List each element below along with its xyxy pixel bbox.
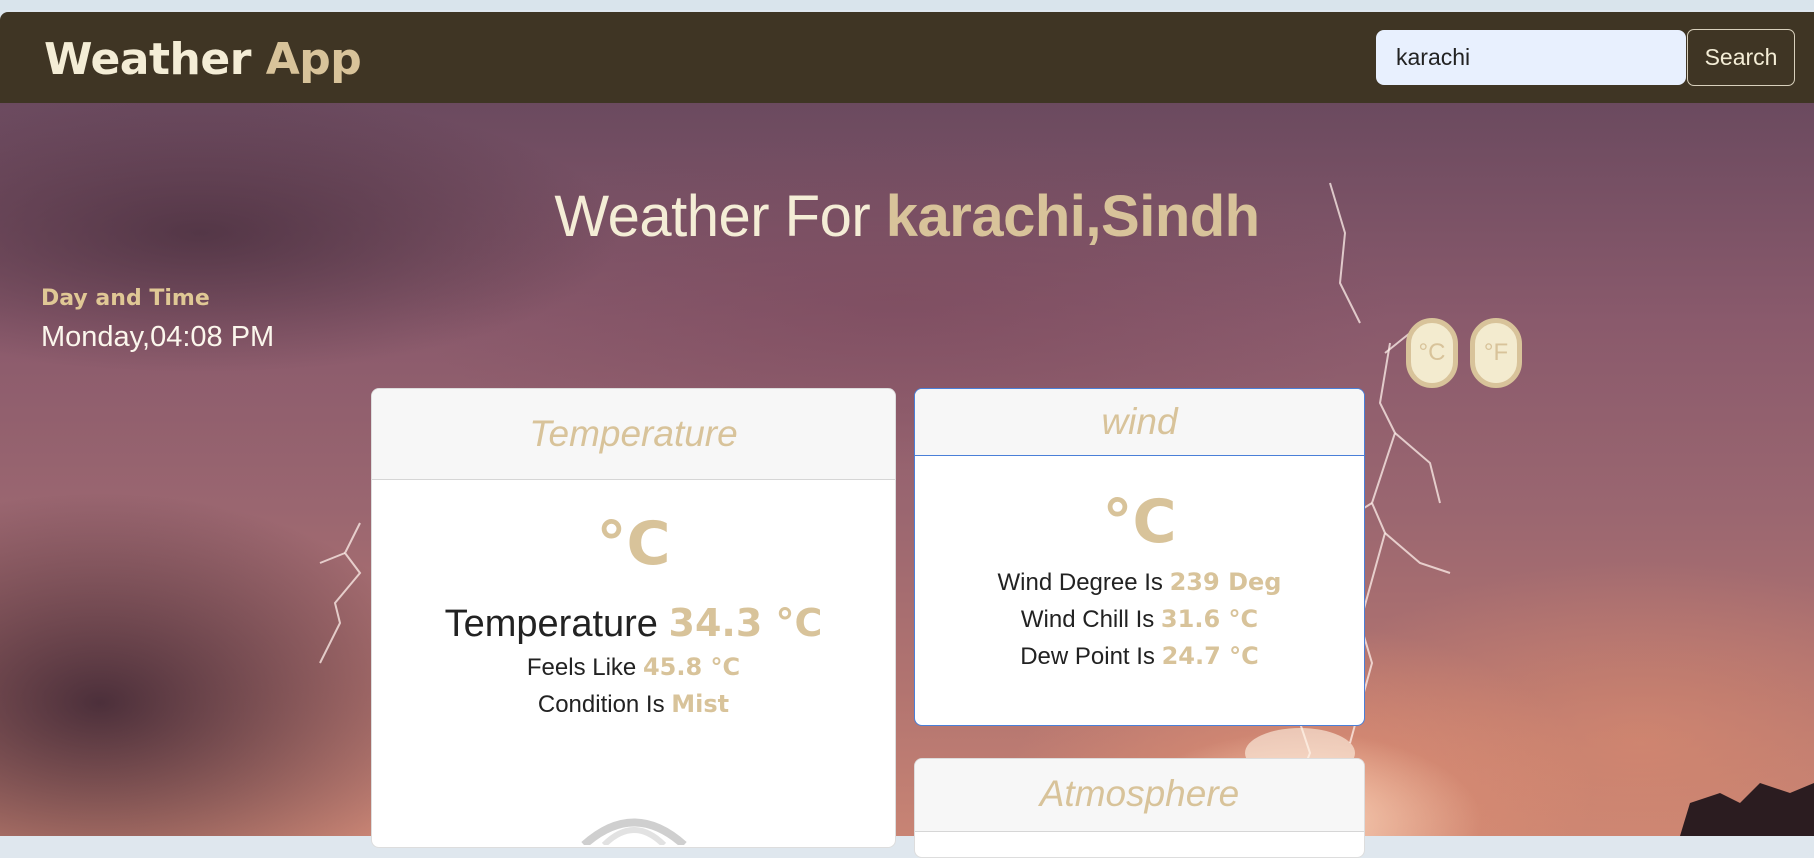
- fahrenheit-toggle-button[interactable]: °F: [1470, 318, 1522, 388]
- wind-card-title: wind: [915, 389, 1364, 456]
- browser-top-strip: [0, 0, 1814, 10]
- wind-chill-value: 31.6 °C: [1160, 605, 1259, 633]
- brand-main: Weather: [44, 34, 266, 85]
- search-button[interactable]: Search: [1687, 29, 1795, 86]
- brand-accent: App: [265, 34, 362, 85]
- temperature-card: Temperature °C Temperature 34.3 °C Feels…: [371, 388, 896, 848]
- dew-point-label: Dew Point Is: [1020, 643, 1162, 670]
- wind-degree-label: Wind Degree Is: [997, 569, 1170, 596]
- search-input[interactable]: [1376, 30, 1686, 85]
- day-time-value: Monday,04:08 PM: [41, 321, 275, 353]
- condition-row: Condition Is Mist: [372, 686, 895, 723]
- wind-chill-label: Wind Chill Is: [1020, 606, 1161, 633]
- brand-title[interactable]: Weather App: [44, 34, 362, 85]
- temperature-row: Temperature 34.3 °C: [372, 598, 895, 649]
- temperature-unit-symbol: °C: [596, 509, 671, 579]
- temperature-card-body: °C Temperature 34.3 °C Feels Like 45.8 °…: [372, 508, 895, 845]
- feels-like-row: Feels Like 45.8 °C: [372, 649, 895, 686]
- temperature-label: Temperature: [444, 603, 669, 645]
- day-time-label: Day and Time: [41, 286, 210, 311]
- weather-condition-icon: [580, 818, 687, 845]
- wind-degree-row: Wind Degree Is 239 Deg: [915, 564, 1364, 601]
- page-headline: Weather For karachi,Sindh: [0, 183, 1814, 250]
- atmosphere-card: Atmosphere: [914, 758, 1365, 858]
- headline-location: karachi,Sindh: [885, 184, 1260, 249]
- wind-card: wind °C Wind Degree Is 239 Deg Wind Chil…: [914, 388, 1365, 726]
- condition-value: Mist: [671, 690, 730, 718]
- wind-card-body: °C Wind Degree Is 239 Deg Wind Chill Is …: [915, 486, 1364, 675]
- wind-unit-symbol: °C: [1102, 487, 1177, 557]
- headline-prefix: Weather For: [554, 184, 886, 249]
- wind-chill-row: Wind Chill Is 31.6 °C: [915, 601, 1364, 638]
- navbar: Weather App Search: [0, 12, 1814, 103]
- weather-hero: Weather For karachi,Sindh Day and Time M…: [0, 103, 1814, 858]
- dew-point-row: Dew Point Is 24.7 °C: [915, 638, 1364, 675]
- dew-point-value: 24.7 °C: [1161, 642, 1259, 670]
- feels-like-value: 45.8 °C: [642, 653, 741, 681]
- condition-label: Condition Is: [537, 691, 672, 718]
- wind-degree-value: 239 Deg: [1169, 568, 1282, 596]
- temperature-card-title: Temperature: [372, 389, 895, 480]
- celsius-toggle-button[interactable]: °C: [1406, 318, 1458, 388]
- temperature-value: 34.3 °C: [668, 601, 823, 645]
- atmosphere-card-title: Atmosphere: [915, 759, 1364, 832]
- feels-like-label: Feels Like: [526, 654, 643, 681]
